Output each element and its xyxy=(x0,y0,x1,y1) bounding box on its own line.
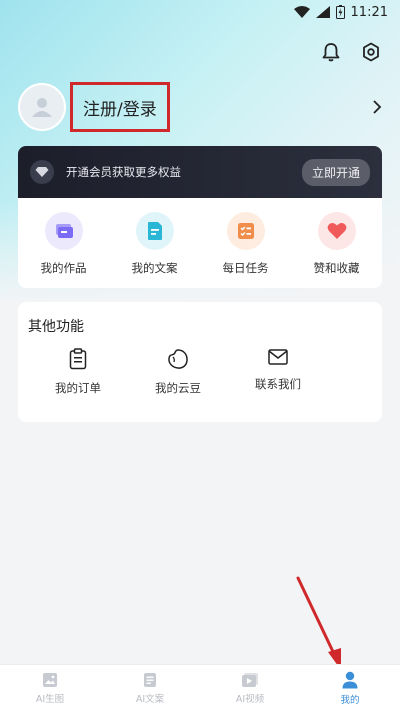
top-actions xyxy=(322,42,380,62)
feature-likes-favorites[interactable]: 赞和收藏 xyxy=(297,212,377,288)
tab-label: 我的 xyxy=(340,695,360,706)
vip-open-button[interactable]: 立即开通 xyxy=(301,158,370,186)
video-icon xyxy=(242,673,258,687)
document-icon xyxy=(144,673,156,687)
tab-label: AI文案 xyxy=(135,694,165,705)
tab-ai-video[interactable]: AI视频 xyxy=(210,672,290,705)
diamond-icon xyxy=(30,160,54,184)
copywriting-icon xyxy=(135,212,174,250)
profile-row[interactable]: 注册/登录 xyxy=(18,82,382,132)
works-icon xyxy=(44,212,83,250)
heart-icon xyxy=(317,212,356,250)
image-icon xyxy=(43,673,57,687)
other-label: 我的云豆 xyxy=(155,381,201,395)
status-time: 11:21 xyxy=(350,4,388,20)
battery-icon xyxy=(335,5,345,19)
bean-icon xyxy=(168,349,188,369)
signal-icon xyxy=(315,6,330,18)
other-my-orders[interactable]: 我的订单 xyxy=(28,348,128,396)
other-functions-title: 其他功能 xyxy=(28,319,84,335)
feature-daily-task[interactable]: 每日任务 xyxy=(206,212,286,288)
feature-label: 每日任务 xyxy=(222,261,269,275)
person-icon xyxy=(342,671,358,689)
login-register-label: 注册/登录 xyxy=(83,99,157,120)
daily-task-icon xyxy=(226,212,265,250)
feature-label: 我的作品 xyxy=(40,261,87,275)
feature-my-copywriting[interactable]: 我的文案 xyxy=(115,212,195,288)
clipboard-icon xyxy=(69,348,87,370)
other-functions-card: 其他功能 我的订单 我的云豆 联系我们 xyxy=(18,302,382,422)
tab-ai-image[interactable]: AI生图 xyxy=(10,672,90,705)
mail-icon xyxy=(268,349,288,365)
chevron-right-icon[interactable] xyxy=(372,99,382,115)
feature-label: 我的文案 xyxy=(131,261,178,275)
login-register-link[interactable]: 注册/登录 xyxy=(70,82,170,132)
feature-label: 赞和收藏 xyxy=(313,261,360,275)
bell-icon[interactable] xyxy=(322,42,340,62)
default-avatar-icon xyxy=(32,98,52,117)
wifi-icon xyxy=(293,6,310,18)
avatar[interactable] xyxy=(18,83,66,131)
tab-label: AI视频 xyxy=(235,694,265,705)
other-functions-row: 我的订单 我的云豆 联系我们 xyxy=(28,348,372,396)
other-contact-us[interactable]: 联系我们 xyxy=(228,348,328,396)
vip-banner[interactable]: 开通会员获取更多权益 立即开通 xyxy=(18,146,382,198)
other-label: 联系我们 xyxy=(255,377,301,391)
tab-label: AI生图 xyxy=(35,694,65,705)
settings-icon[interactable] xyxy=(362,42,380,62)
other-my-beans[interactable]: 我的云豆 xyxy=(128,348,228,396)
other-label: 我的订单 xyxy=(55,381,101,395)
vip-promo-text: 开通会员获取更多权益 xyxy=(66,165,181,179)
tab-ai-copywriting[interactable]: AI文案 xyxy=(110,672,190,705)
feature-my-works[interactable]: 我的作品 xyxy=(24,212,104,288)
feature-grid: 我的作品 我的文案 每日任务 赞和收藏 xyxy=(18,198,382,288)
status-bar: 11:21 xyxy=(0,0,400,24)
bottom-tab-bar: AI生图 AI文案 AI视频 我的 xyxy=(0,664,400,712)
tab-mine[interactable]: 我的 xyxy=(310,671,390,706)
